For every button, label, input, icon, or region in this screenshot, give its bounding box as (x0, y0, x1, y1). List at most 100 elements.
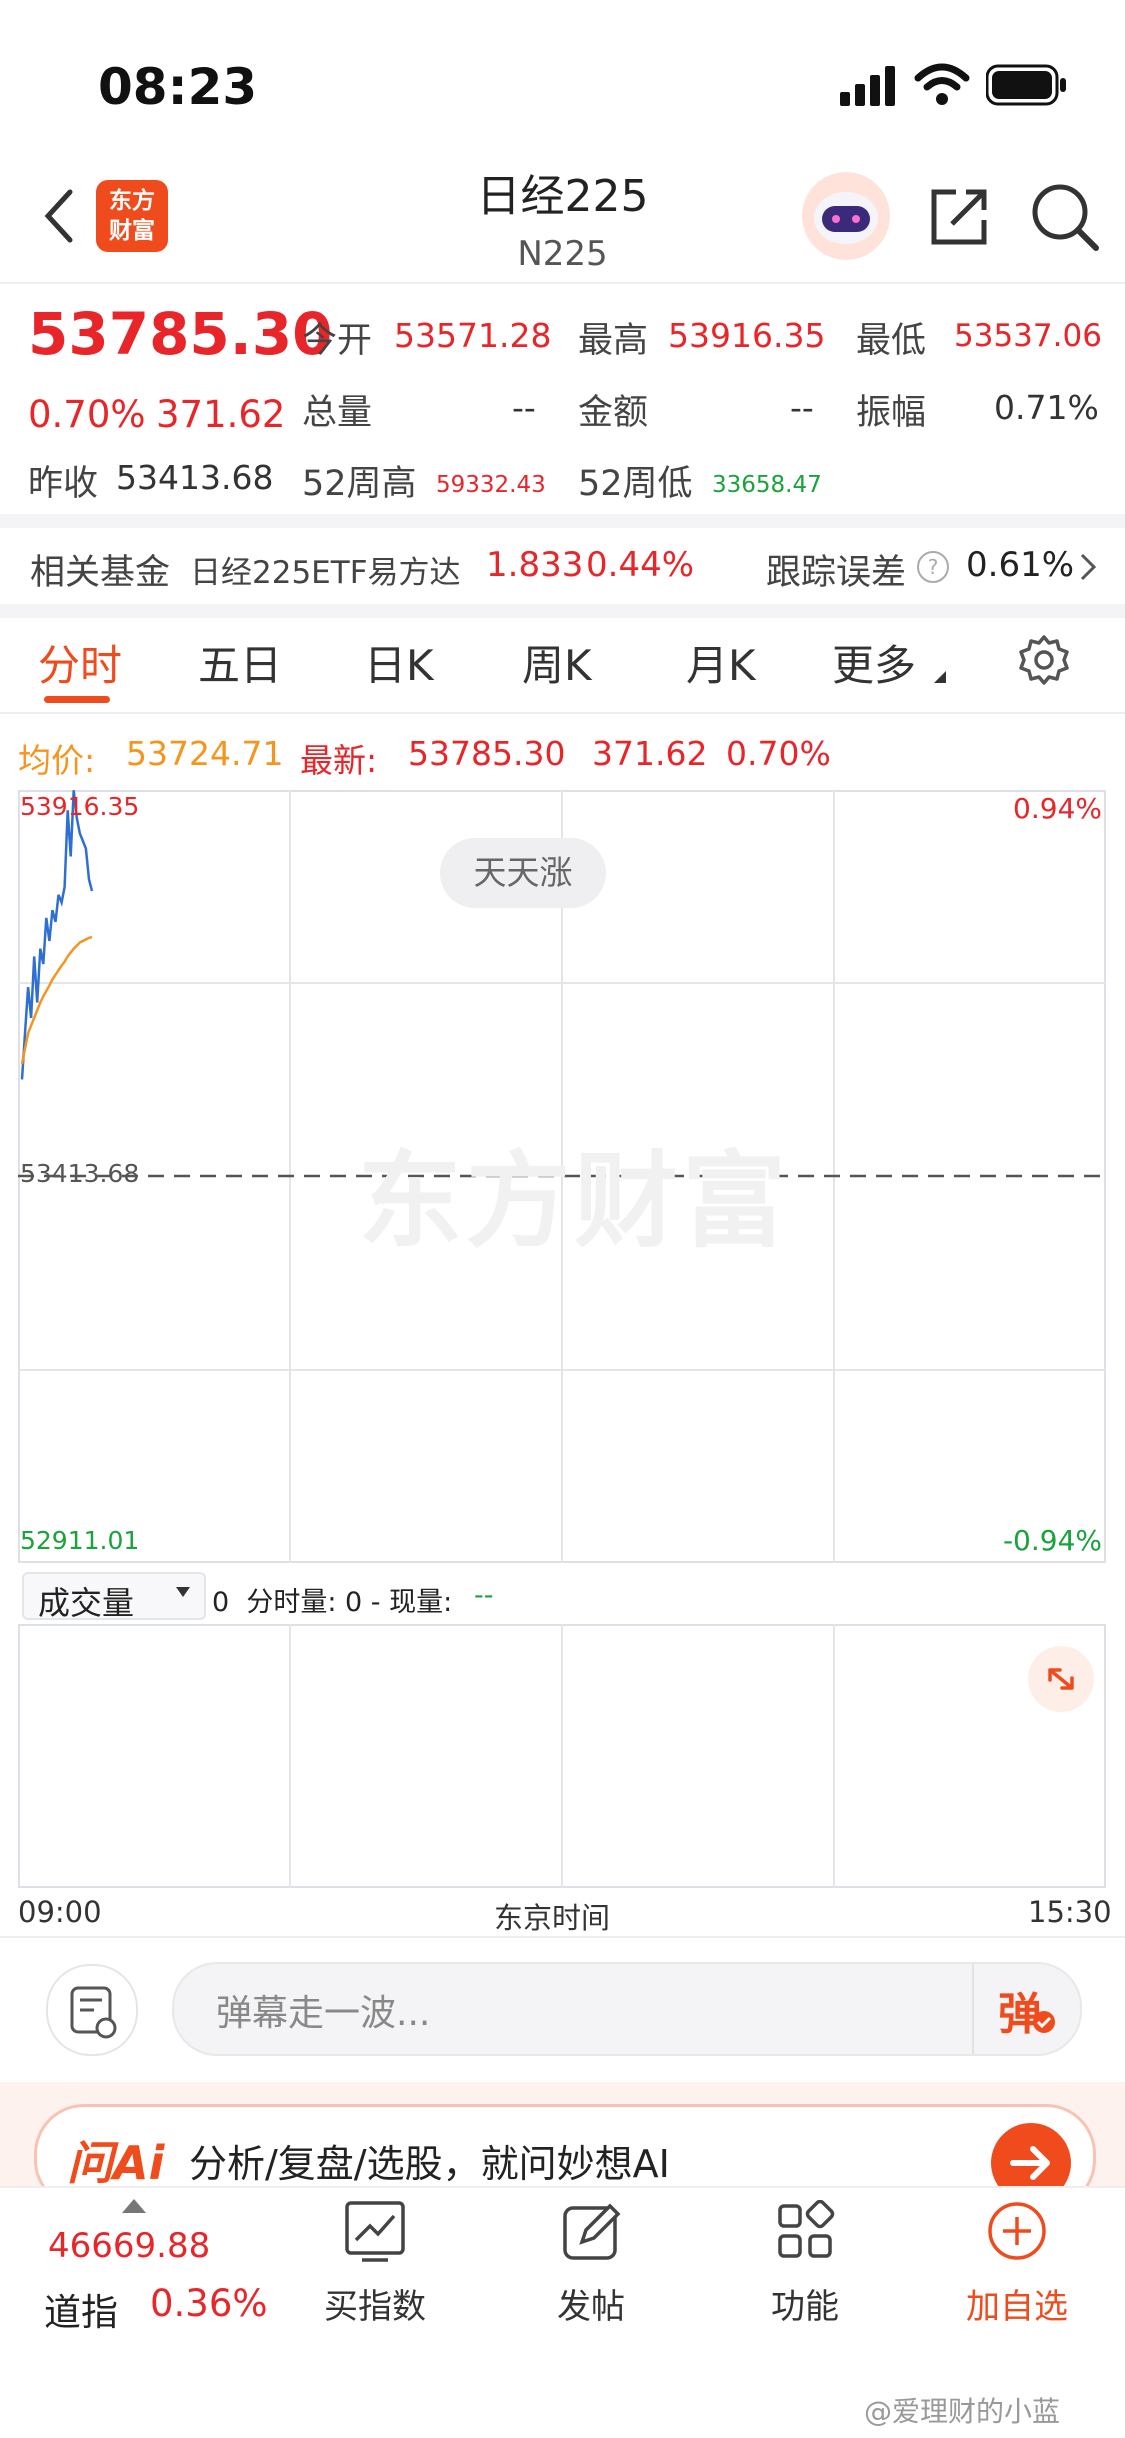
watermark: 东方财富 (358, 1140, 791, 1262)
add-watchlist-label: 加自选 (966, 2287, 1068, 2327)
latest-label: 最新: (300, 741, 378, 780)
expand-icon[interactable] (1028, 1646, 1094, 1712)
chevron-down-icon (174, 1584, 192, 1603)
plus-circle-icon (988, 2202, 1046, 2260)
dropdown-triangle-icon (934, 668, 946, 687)
wifi-icon (914, 62, 970, 110)
weibo-watermark: @爱理财的小蓝 (864, 2395, 1061, 2428)
add-watchlist-button[interactable]: 加自选 (952, 2200, 1082, 2328)
latest-value: 53785.30 (408, 734, 566, 773)
buy-index-button[interactable]: 买指数 (310, 2200, 440, 2328)
grid-apps-icon (778, 2199, 835, 2258)
index-pct: 0.36% (150, 2282, 268, 2325)
price-line (20, 790, 94, 1080)
bubble-tag[interactable]: 天天涨 (440, 838, 606, 908)
high-value: 53916.35 (668, 316, 826, 355)
tracking-error-label: 跟踪误差 (766, 553, 907, 593)
ai-banner-text: 分析/复盘/选股，就问妙想AI (189, 2142, 670, 2186)
input-divider (972, 1964, 974, 2054)
index-name: 道指 (44, 2291, 118, 2334)
settings-gear-icon[interactable] (1018, 634, 1070, 690)
intraday-chart[interactable]: 53916.35 53413.68 52911.01 0.94% -0.94% … (18, 790, 1106, 1563)
comment-list-button[interactable] (46, 1964, 138, 2056)
comment-placeholder: 弹幕走一波... (216, 1993, 431, 2034)
w52-high-value: 59332.43 (436, 472, 546, 498)
x-mid-label: 东京时间 (494, 1901, 611, 1935)
chevron-right-icon (1078, 552, 1098, 586)
ai-logo: 问Ai (67, 2136, 165, 2190)
volume-selector[interactable]: 成交量 (22, 1572, 206, 1622)
help-icon[interactable]: ? (916, 550, 950, 588)
robot-avatar-icon[interactable] (800, 170, 892, 266)
y-mid-label: 53413.68 (20, 1159, 140, 1188)
post-button[interactable]: 发帖 (526, 2200, 656, 2328)
active-tab-indicator (44, 696, 110, 703)
tab-weekly-k[interactable]: 周K (522, 632, 592, 693)
change-pct: 0.70% (28, 393, 146, 436)
low-value: 53537.06 (954, 318, 1102, 354)
index-value: 46669.88 (48, 2226, 211, 2266)
functions-label: 功能 (771, 2287, 839, 2327)
w52-high-label: 52周高 (302, 464, 417, 504)
fund-pct: 0.44% (586, 545, 695, 585)
pct-top-label: 0.94% (1013, 792, 1102, 825)
volume-current: -- (474, 1580, 494, 1611)
volume-chart[interactable] (18, 1624, 1106, 1888)
edit-post-icon (563, 2203, 621, 2260)
volume-label: 总量 (302, 393, 373, 433)
w52-low-value: 33658.47 (712, 472, 822, 498)
volume-selector-label: 成交量 (38, 1584, 135, 1622)
tab-intraday[interactable]: 分时 (38, 632, 122, 693)
check-icon (1032, 2010, 1056, 2038)
signal-icon (840, 64, 900, 112)
volume-value: -- (512, 388, 536, 427)
latest-change: 371.62 (592, 734, 708, 773)
high-label: 最高 (578, 321, 649, 361)
index-ticker[interactable]: 46669.88 道指 0.36% (30, 2198, 290, 2358)
amplitude-value: 0.71% (994, 388, 1099, 427)
fund-name: 日经225ETF易方达 (190, 555, 461, 591)
volume-text: 0 分时量: 0 - 现量: (212, 1587, 453, 1618)
change-value: 371.62 (156, 393, 286, 436)
battery-icon (985, 64, 1068, 110)
tab-daily-k[interactable]: 日K (364, 632, 434, 693)
status-time: 08:23 (98, 58, 258, 116)
amount-label: 金额 (578, 393, 649, 433)
y-top-label: 53916.35 (20, 792, 140, 821)
current-price: 53785.30 (28, 300, 333, 368)
section-divider (0, 514, 1125, 528)
comment-input[interactable]: 弹幕走一波... 弹 (172, 1962, 1082, 2056)
caret-up-icon (122, 2198, 146, 2217)
latest-pct: 0.70% (726, 734, 831, 773)
related-fund-row[interactable]: 相关基金 日经225ETF易方达 1.833 0.44% 跟踪误差 ? 0.61… (0, 528, 1125, 604)
divider (0, 282, 1125, 284)
prev-close-label: 昨收 (28, 464, 99, 504)
amount-value: -- (790, 388, 814, 427)
search-icon[interactable] (1030, 182, 1102, 258)
avg-label: 均价: (18, 741, 96, 780)
y-bottom-label: 52911.01 (20, 1526, 140, 1555)
low-label: 最低 (856, 321, 927, 361)
tab-more[interactable]: 更多 (832, 632, 916, 693)
divider (0, 712, 1125, 714)
functions-button[interactable]: 功能 (740, 2199, 870, 2328)
fund-price: 1.833 (486, 545, 584, 585)
trend-chart-icon (345, 2201, 405, 2262)
svg-text:?: ? (928, 555, 939, 579)
tracking-error-value: 0.61% (966, 545, 1075, 585)
share-icon[interactable] (926, 184, 992, 254)
x-end-label: 15:30 (1028, 1895, 1112, 1929)
section-divider (0, 604, 1125, 618)
amplitude-label: 振幅 (856, 393, 927, 433)
tab-five-day[interactable]: 五日 (198, 632, 282, 693)
post-label: 发帖 (557, 2287, 625, 2327)
buy-index-label: 买指数 (324, 2287, 426, 2327)
pct-bottom-label: -0.94% (1002, 1524, 1102, 1557)
tab-monthly-k[interactable]: 月K (686, 632, 756, 693)
fund-label: 相关基金 (30, 553, 171, 593)
prev-close-value: 53413.68 (116, 458, 274, 497)
open-value: 53571.28 (394, 316, 552, 355)
w52-low-label: 52周低 (578, 464, 693, 504)
divider (0, 1936, 1125, 1938)
open-label: 今开 (302, 321, 373, 361)
